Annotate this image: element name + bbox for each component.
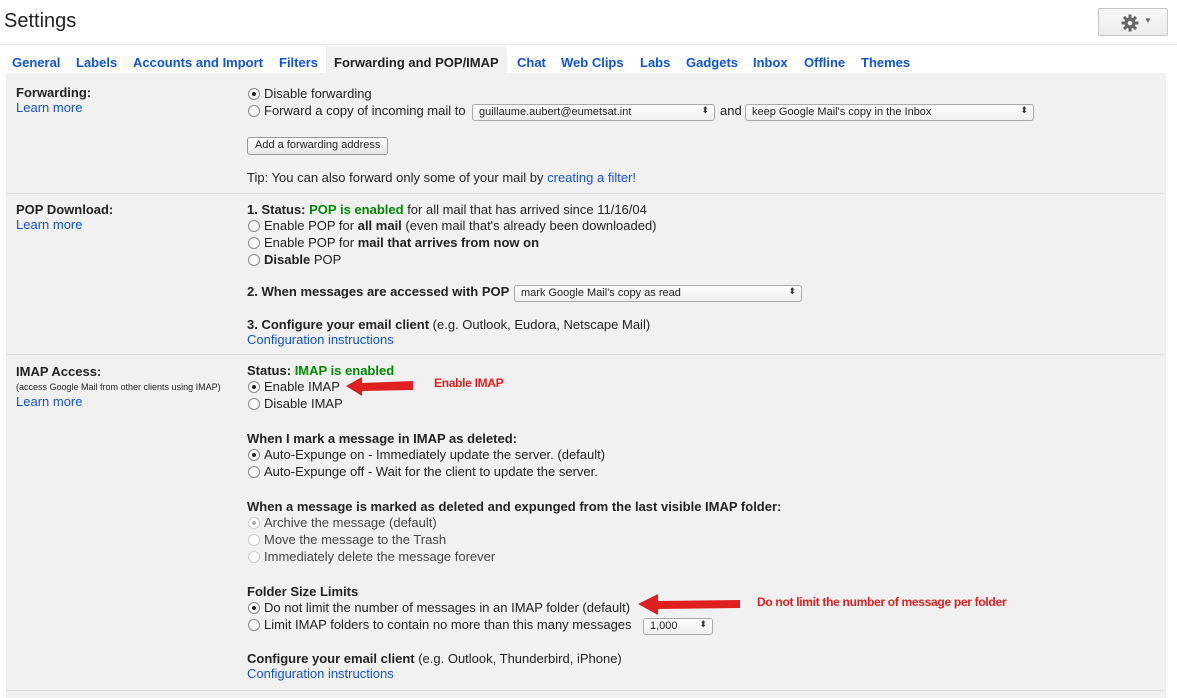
- no-limit-annotation: Do not limit the number of message per f…: [757, 595, 1007, 609]
- annotation-arrows: [346, 377, 740, 615]
- no-limit-arrow: [638, 594, 740, 615]
- enable-imap-arrow: [346, 377, 413, 396]
- enable-imap-annotation: Enable IMAP: [434, 376, 504, 390]
